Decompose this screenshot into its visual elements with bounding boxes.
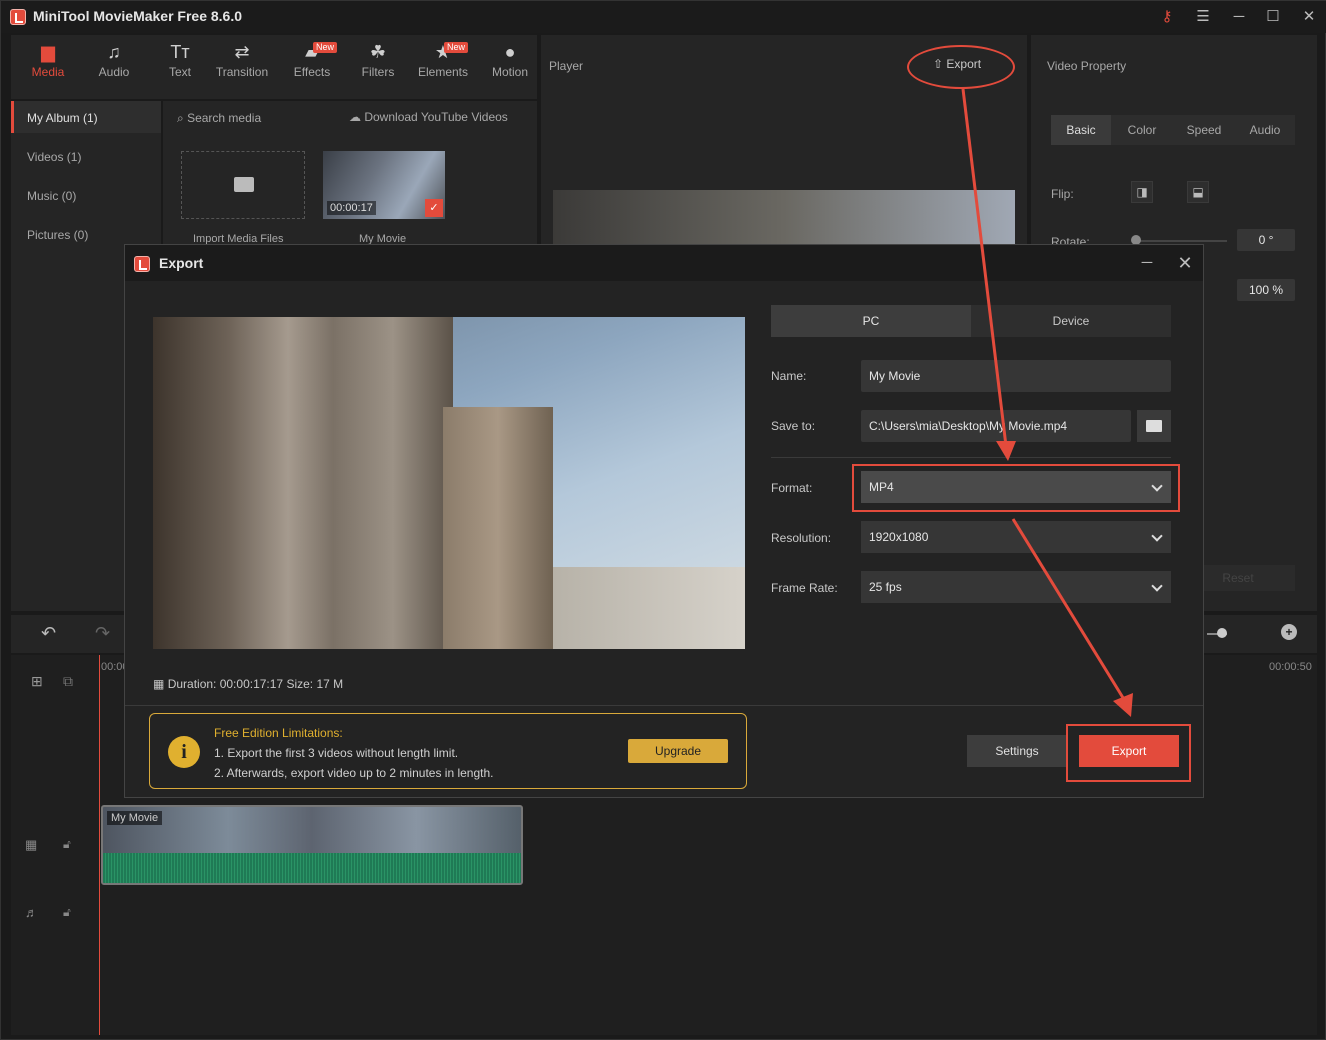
arrow-to-export [1011, 518, 1127, 702]
arrow-to-format [961, 88, 1008, 447]
app-window: MiniTool MovieMaker Free 8.6.0 ⚷ ☰ ─ ☐ ✕… [0, 0, 1326, 1040]
annotation-arrows [961, 88, 1133, 717]
arrow-head-format [996, 441, 1016, 461]
